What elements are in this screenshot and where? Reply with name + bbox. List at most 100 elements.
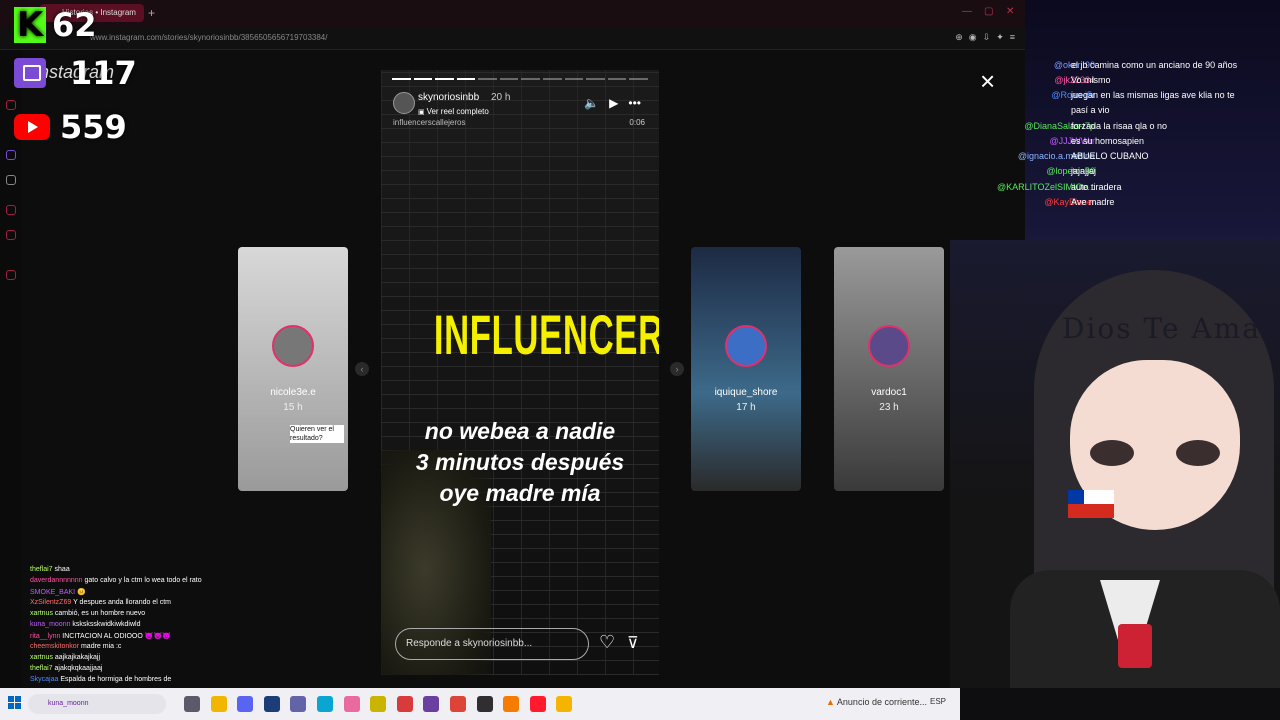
chrome-icon[interactable] <box>450 696 466 712</box>
maximize-button[interactable]: ▢ <box>984 6 993 17</box>
start-button[interactable] <box>8 696 22 710</box>
url-field[interactable]: www.instagram.com/stories/skynoriosinbb/… <box>90 33 327 42</box>
chat-message: gato calvo y la ctm lo wea todo el rato <box>84 577 202 584</box>
chat-row: daverdannnnnnn gato calvo y la ctm lo we… <box>30 577 202 584</box>
play-icon[interactable]: ▶ <box>609 96 618 110</box>
kick-count: 62 <box>52 6 97 44</box>
story-preview-3[interactable]: vardoc1 23 h <box>834 247 944 491</box>
progress-segment <box>607 78 627 80</box>
story-headline: INFLUENCERS <box>433 303 659 366</box>
caption-line: oye madre mía <box>439 480 601 506</box>
progress-segment <box>499 78 519 80</box>
obs-icon[interactable] <box>476 696 493 712</box>
kick-viewer-counter: K 62 <box>14 6 97 44</box>
chat-message: Vo mismo <box>1071 75 1111 85</box>
chat-row: theflai7 ajakqkqkaajjaaj <box>30 665 102 672</box>
chat-username: cheemskitonkor <box>30 643 81 650</box>
sidebar-app-icon[interactable] <box>6 270 16 280</box>
story-time: 20 h <box>491 92 511 103</box>
next-story-button[interactable]: › <box>670 362 684 376</box>
sidebar-app-icon[interactable] <box>6 205 16 215</box>
youtube-viewer-counter: 559 <box>14 108 127 146</box>
chat-message: jajajjaj <box>1071 166 1097 176</box>
preview-username: nicole3e.e <box>270 387 316 398</box>
story-avatar[interactable] <box>393 92 415 114</box>
story-username[interactable]: skynoriosinbb <box>418 92 479 103</box>
prev-story-button[interactable]: ‹ <box>355 362 369 376</box>
teams-icon[interactable] <box>290 696 307 712</box>
chat-message: auto tiradera <box>1071 182 1122 192</box>
minimize-button[interactable]: — <box>962 6 972 17</box>
chat-message: ksksksskwidkiwkdiwld <box>72 621 141 628</box>
caption-line: no webea a nadie <box>424 418 616 444</box>
preview-avatar <box>725 325 767 367</box>
taskbar-search[interactable]: kuna_moonn <box>28 694 166 714</box>
vscode-icon[interactable] <box>263 696 280 712</box>
chat-row: theflai7 shaa <box>30 566 70 573</box>
chat-username: theflai7 <box>30 665 55 672</box>
app-chrome-canary-icon[interactable] <box>556 696 573 712</box>
discord-icon[interactable] <box>237 696 254 712</box>
extensions-icon[interactable]: ⊕ <box>955 32 963 43</box>
app-pink-icon[interactable] <box>343 696 360 712</box>
avatar-eye <box>1176 440 1220 466</box>
ai-icon[interactable]: ✦ <box>996 32 1004 43</box>
chat-message: juegan en las mismas ligas ave klia no t… <box>1071 90 1235 100</box>
new-tab-button[interactable]: + <box>148 6 155 20</box>
app-red-icon[interactable] <box>396 696 413 712</box>
story-preview-1[interactable]: nicole3e.e 15 h Quieren ver el resultado… <box>238 247 348 491</box>
chat-username: XzSilentzZ69 <box>30 599 74 606</box>
language-indicator[interactable]: ESP <box>930 697 946 706</box>
app-orange-icon[interactable] <box>503 696 520 712</box>
chat-message: es su homosapien <box>1071 136 1145 146</box>
chat-message: Ave madre <box>1071 197 1115 207</box>
youtube-logo-icon <box>14 114 50 140</box>
chat-message: 😐 <box>77 589 86 596</box>
send-icon[interactable]: ⊽ <box>627 633 639 653</box>
avatar-pin <box>1118 624 1152 668</box>
vtuber-avatar <box>950 240 1280 688</box>
app-yellow-icon[interactable] <box>370 696 387 712</box>
chat-message: ajakqkqkaajjaaj <box>54 665 103 672</box>
menu-icon[interactable]: ≡ <box>1010 32 1015 43</box>
address-bar: www.instagram.com/stories/skynoriosinbb/… <box>0 28 1025 50</box>
chat-username: rita__lynn <box>30 633 63 640</box>
progress-segment <box>413 78 433 80</box>
chat-username: theflai7 <box>30 566 55 573</box>
preview-time: 23 h <box>879 402 899 413</box>
sidebar-app-icon[interactable] <box>6 230 16 240</box>
file-explorer-icon[interactable] <box>210 696 227 712</box>
taskbar: kuna_moonn Anuncio de corriente... ESP <box>0 688 960 720</box>
view-full-reel-link[interactable]: Ver reel completo <box>418 107 489 116</box>
task-view-icon[interactable] <box>184 696 200 712</box>
chat-row: xartnus aajkajkakajkajj <box>30 654 100 661</box>
profile-icon[interactable]: ◉ <box>969 32 977 43</box>
story-controls: 🔈 ▶ ••• <box>584 96 641 110</box>
chat-row: rita__lynn INCITACION AL ODIOOO 😈😈😈 <box>30 632 171 640</box>
close-window-button[interactable]: ✕ <box>1006 6 1014 17</box>
chat-message: Y despues anda llorando el ctm <box>73 599 171 606</box>
news-widget[interactable]: Anuncio de corriente... <box>826 697 927 707</box>
progress-segment <box>456 78 476 80</box>
chat-message: forzada la risaa qla o no <box>1071 121 1168 131</box>
volume-icon[interactable]: 🔈 <box>584 96 599 110</box>
progress-segment <box>543 78 562 80</box>
progress-segment <box>564 78 584 80</box>
sidebar-twitch-icon[interactable] <box>6 150 16 160</box>
sidebar-x-icon[interactable] <box>6 175 16 185</box>
story-clock: 0:06 <box>629 118 645 127</box>
download-icon[interactable]: ⇩ <box>983 32 991 43</box>
opera-icon[interactable] <box>529 696 546 712</box>
story-preview-2[interactable]: iquique_shore 17 h <box>691 247 801 491</box>
avatar-eye <box>1090 440 1134 466</box>
like-heart-icon[interactable]: ♡ <box>599 632 615 653</box>
progress-segment <box>435 78 454 80</box>
progress-segment <box>392 78 411 80</box>
more-icon[interactable]: ••• <box>628 96 641 110</box>
vegas-icon[interactable] <box>423 696 440 712</box>
twitch-viewer-counter: 117 <box>14 54 137 92</box>
caption-line: 3 minutos después <box>415 449 625 475</box>
chat-overlay-top: @oker..90 el jb camina como un anciano de… <box>997 0 1280 240</box>
reply-input[interactable]: Responde a skynoriosinbb... <box>395 628 589 660</box>
edge-icon[interactable] <box>317 696 333 712</box>
